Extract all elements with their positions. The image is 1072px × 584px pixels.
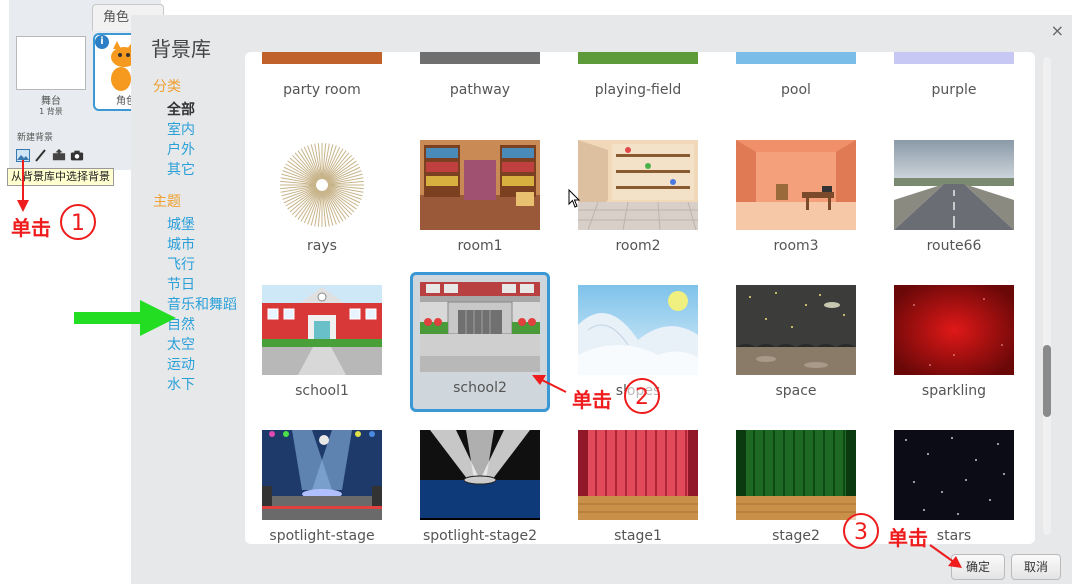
paint-new-icon[interactable] [34,148,48,162]
upload-file-icon[interactable] [52,148,66,162]
choose-from-library-icon[interactable] [16,148,30,162]
backdrop-label: room3 [773,238,819,254]
category-heading: 分类 [153,79,181,95]
theme-sports[interactable]: 运动 [167,354,195,374]
cancel-button[interactable]: 取消 [1011,554,1061,580]
backdrop-thumbnail [894,52,1014,64]
backdrop-label: route66 [926,238,982,254]
scrollbar-thumb[interactable] [1043,345,1051,417]
step2-number: 2 [624,378,660,414]
close-icon[interactable]: × [1051,21,1064,40]
theme-music-dance[interactable]: 音乐和舞蹈 [167,294,237,314]
backdrop-label: playing-field [594,82,682,98]
backdrop-thumbnail [420,140,540,230]
mouse-cursor-icon [568,189,581,208]
backdrop-label: rays [307,238,337,254]
backdrop-thumbnail [420,282,540,372]
backdrop-library-dialog: 背景库 × 分类 全部 室内 户外 其它 主题 城堡 城市 飞行 节日 音乐和舞… [131,15,1072,584]
backdrop-label: spotlight-stage2 [422,528,538,544]
backdrop-label: room2 [615,238,661,254]
backdrop-thumbnail [262,285,382,375]
stage-label: 舞台 [41,96,61,107]
backdrop-label: space [775,383,817,399]
backdrop-item[interactable]: room1 [410,130,550,270]
theme-castle[interactable]: 城堡 [167,214,195,234]
camera-icon[interactable] [70,148,84,162]
backdrop-item[interactable]: spotlight-stage2 [410,420,550,544]
category-other[interactable]: 其它 [167,159,195,179]
dialog-title: 背景库 [151,37,211,61]
backdrop-thumbnail [262,52,382,64]
backdrop-item[interactable]: spotlight-stage [252,420,392,544]
new-backdrop-label: 新建背景 [17,133,54,143]
theme-nature[interactable]: 自然 [167,314,195,334]
backdrop-thumbnail [578,52,698,64]
backdrop-label: pool [781,82,811,98]
backdrop-thumbnail [894,140,1014,230]
backdrop-thumbnail [262,140,382,230]
backdrop-item-selected[interactable]: school2 [410,272,550,412]
sprite-info-icon[interactable]: i [95,35,109,49]
backdrop-thumbnail [420,430,540,520]
library-tooltip: 从背景库中选择背景 [7,168,114,186]
backdrop-thumbnail [262,430,382,520]
stage-backdrop-count: 1 背景 [39,107,63,116]
backdrop-item[interactable]: sparkling [884,275,1024,415]
theme-city[interactable]: 城市 [167,234,195,254]
backdrop-thumbnail [420,52,540,64]
backdrop-label: stage1 [614,528,662,544]
backdrop-thumbnail [736,140,856,230]
backdrop-label: school2 [453,380,507,396]
backdrop-item[interactable]: stage1 [568,420,708,544]
theme-heading: 主题 [153,194,181,210]
stage-thumbnail[interactable] [16,36,86,90]
backdrop-item[interactable]: route66 [884,130,1024,270]
backdrop-thumbnail [894,430,1014,520]
category-indoors[interactable]: 室内 [167,119,195,139]
backdrop-item[interactable]: rays [252,130,392,270]
category-outdoors[interactable]: 户外 [167,139,195,159]
backdrop-thumbnail [736,285,856,375]
theme-space[interactable]: 太空 [167,334,195,354]
backdrop-thumbnail [578,430,698,520]
backdrop-thumbnail [736,430,856,520]
theme-holiday[interactable]: 节日 [167,274,195,294]
step3-number: 3 [843,513,879,549]
backdrop-item[interactable]: school1 [252,275,392,415]
step3-text: 单击 [888,526,928,550]
backdrop-label: spotlight-stage [269,528,375,544]
backdrop-thumbnail [894,285,1014,375]
ok-button[interactable]: 确定 [951,554,1005,580]
backdrop-item[interactable]: room3 [726,130,866,270]
theme-flying[interactable]: 飞行 [167,254,195,274]
backdrop-item[interactable]: room2 [568,130,708,270]
grid-scrollbar[interactable] [1043,57,1051,535]
step2-text: 单击 [572,388,612,412]
backdrop-thumbnail [736,52,856,64]
backdrop-grid: party room pathway playing-field pool pu… [245,52,1035,544]
new-backdrop-tools [16,148,84,162]
backdrop-label: room1 [457,238,503,254]
backdrop-label: school1 [295,383,349,399]
backdrop-label: purple [931,82,977,98]
backdrop-item[interactable]: space [726,275,866,415]
backdrop-thumbnail [578,140,698,230]
category-all[interactable]: 全部 [167,99,195,119]
backdrop-label: pathway [449,82,511,98]
step1-number: 1 [60,204,96,240]
backdrop-label: party room [283,82,361,98]
theme-underwater[interactable]: 水下 [167,374,195,394]
backdrop-label: sparkling [921,383,987,399]
step1-text: 单击 [11,216,51,240]
backdrop-thumbnail [578,285,698,375]
